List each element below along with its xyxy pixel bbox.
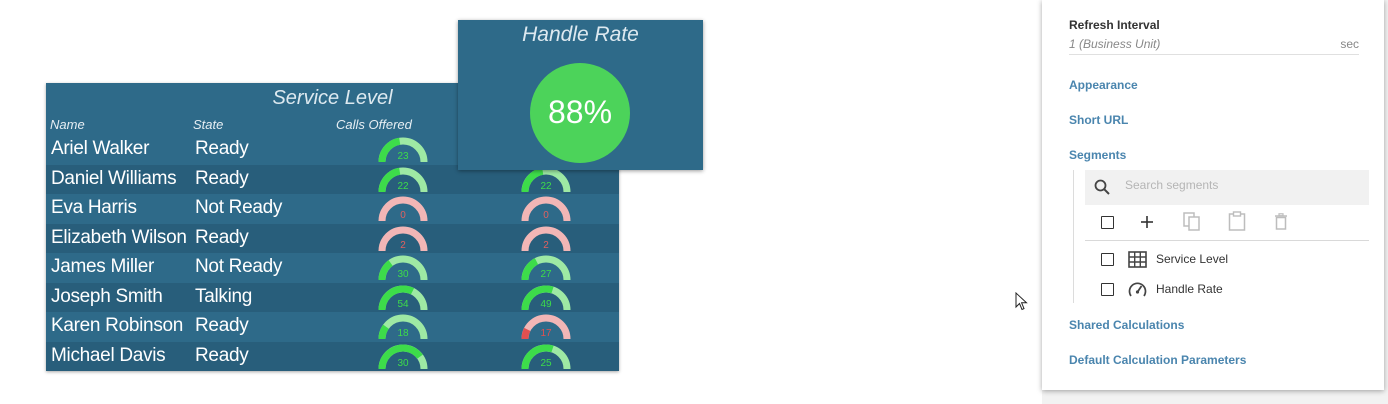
agent-name: Karen Robinson xyxy=(51,315,184,336)
segments-tree-line xyxy=(1073,170,1074,303)
table-row[interactable]: Eva Harris Not Ready 0 0 xyxy=(46,194,619,223)
gauge-value: 54 xyxy=(397,298,409,310)
segment-search-box[interactable] xyxy=(1085,170,1369,205)
gauge: 30 xyxy=(377,344,429,371)
gauge: 17 xyxy=(520,314,572,341)
gauge-value: 22 xyxy=(397,180,409,192)
agent-state: Talking xyxy=(195,285,253,307)
refresh-interval-value[interactable]: 1 (Business Unit) xyxy=(1069,37,1160,51)
handle-rate-circle: 88% xyxy=(530,63,630,163)
segment-label-service-level: Service Level xyxy=(1156,252,1229,266)
agent-name: Ariel Walker xyxy=(51,138,150,159)
gauge-value: 30 xyxy=(397,357,409,369)
delete-icon[interactable] xyxy=(1274,213,1288,230)
agent-state: Ready xyxy=(195,138,249,159)
gauge: 49 xyxy=(520,285,572,312)
table-row[interactable]: Michael Davis Ready 30 25 xyxy=(46,341,619,371)
column-header-state: State xyxy=(193,117,224,132)
short-url-link[interactable]: Short URL xyxy=(1069,113,1128,127)
agent-state: Ready xyxy=(195,167,249,189)
search-icon xyxy=(1094,179,1110,195)
gauge-value: 25 xyxy=(540,357,552,369)
gauge: 0 xyxy=(377,196,429,223)
table-row[interactable]: Joseph Smith Talking 54 49 xyxy=(46,282,619,312)
shared-calculations-link[interactable]: Shared Calculations xyxy=(1069,318,1184,332)
agent-name: Elizabeth Wilson xyxy=(51,226,187,248)
table-row[interactable]: James Miller Not Ready 30 27 xyxy=(46,253,619,282)
column-header-name: Name xyxy=(50,117,85,132)
add-icon[interactable] xyxy=(1140,215,1154,229)
handle-rate-value: 88% xyxy=(547,94,613,130)
segment-checkbox[interactable] xyxy=(1101,253,1114,266)
properties-panel: Refresh Interval 1 (Business Unit) sec A… xyxy=(1042,0,1384,390)
gauge-value: 23 xyxy=(397,151,409,162)
gauge: 54 xyxy=(377,285,429,312)
gauge: 25 xyxy=(520,344,572,371)
gauge-value: 27 xyxy=(540,269,552,280)
agent-name: Joseph Smith xyxy=(51,285,163,307)
gauge: 30 xyxy=(377,255,429,282)
gauge-value: 18 xyxy=(397,328,409,339)
gauge-icon xyxy=(1128,282,1147,297)
agent-state: Ready xyxy=(195,344,249,366)
paste-icon[interactable] xyxy=(1228,211,1246,231)
handle-rate-widget[interactable]: Handle Rate 88% xyxy=(458,20,703,170)
mouse-cursor-icon xyxy=(1015,292,1028,311)
handle-rate-title: Handle Rate xyxy=(522,23,639,46)
segments-link[interactable]: Segments xyxy=(1069,148,1126,162)
segment-checkbox[interactable] xyxy=(1101,283,1114,296)
gauge: 27 xyxy=(520,255,572,282)
select-all-checkbox[interactable] xyxy=(1101,216,1114,229)
gauge-value: 2 xyxy=(400,239,406,251)
refresh-interval-unit: sec xyxy=(1340,37,1359,51)
gauge: 2 xyxy=(377,226,429,253)
agent-name: Michael Davis xyxy=(51,344,166,366)
agent-name: Daniel Williams xyxy=(51,167,177,189)
refresh-interval-label: Refresh Interval xyxy=(1069,18,1160,32)
toolbar-divider xyxy=(1085,240,1369,241)
column-header-calls-offered: Calls Offered xyxy=(336,117,412,132)
gauge: 18 xyxy=(377,314,429,341)
table-row[interactable]: Elizabeth Wilson Ready 2 2 xyxy=(46,223,619,253)
gauge: 22 xyxy=(377,167,429,194)
gauge: 2 xyxy=(520,226,572,253)
segment-label-handle-rate: Handle Rate xyxy=(1156,282,1223,296)
agent-state: Ready xyxy=(195,315,249,336)
gauge-value: 0 xyxy=(400,210,406,221)
gauge-value: 17 xyxy=(540,328,552,339)
agent-state: Not Ready xyxy=(195,256,283,277)
gauge-value: 0 xyxy=(543,210,549,221)
panel-edge xyxy=(1384,0,1388,404)
gauge: 0 xyxy=(520,196,572,223)
agent-state: Not Ready xyxy=(195,197,283,218)
appearance-link[interactable]: Appearance xyxy=(1069,78,1138,92)
gauge: 23 xyxy=(377,137,429,164)
segment-search-input[interactable] xyxy=(1125,178,1355,192)
agent-name: Eva Harris xyxy=(51,197,137,218)
refresh-interval-underline xyxy=(1069,54,1359,55)
gauge-value: 49 xyxy=(540,298,552,310)
gauge-value: 30 xyxy=(397,269,409,280)
gauge: 22 xyxy=(520,167,572,194)
agent-state: Ready xyxy=(195,226,249,248)
gauge-value: 22 xyxy=(540,180,552,192)
copy-icon[interactable] xyxy=(1183,212,1201,232)
gauge-value: 2 xyxy=(543,239,549,251)
table-row[interactable]: Karen Robinson Ready 18 17 xyxy=(46,312,619,341)
table-icon xyxy=(1128,251,1147,268)
default-calculation-parameters-link[interactable]: Default Calculation Parameters xyxy=(1069,353,1246,367)
agent-name: James Miller xyxy=(51,256,155,277)
panel-bottom-strip xyxy=(1042,390,1388,404)
